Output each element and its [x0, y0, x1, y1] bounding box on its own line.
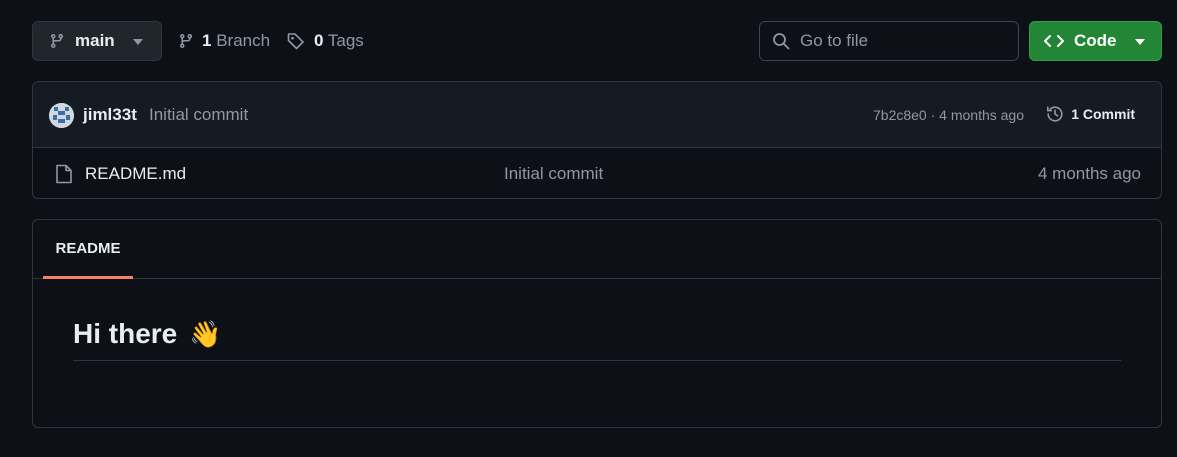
commit-hash-time[interactable]: 7b2c8e0 · 4 months ago [873, 107, 1024, 123]
caret-down-icon [133, 39, 143, 45]
git-branch-icon [51, 33, 63, 49]
branches-link[interactable]: 1 Branch [178, 21, 270, 61]
history-icon [1047, 106, 1063, 122]
file-name[interactable]: README.md [85, 164, 186, 184]
branch-name: main [75, 31, 115, 50]
readme-panel: README Hi there 👋 [32, 219, 1162, 428]
code-button-label: Code [1074, 31, 1117, 50]
tags-link[interactable]: 0 Tags [286, 21, 364, 61]
file-icon [56, 164, 72, 184]
git-branch-icon [180, 33, 192, 49]
table-row[interactable]: README.md Initial commit 4 months ago [33, 148, 1161, 198]
go-to-file-input[interactable] [800, 31, 1000, 51]
latest-commit-row: jiml33t Initial commit 7b2c8e0 · 4 month… [33, 82, 1161, 148]
tags-count: 0 [314, 31, 324, 50]
identicon-image [49, 103, 74, 128]
file-browser: jiml33t Initial commit 7b2c8e0 · 4 month… [32, 81, 1162, 199]
readme-tabbar: README [33, 220, 1161, 279]
readme-heading: Hi there 👋 [73, 318, 1121, 361]
caret-down-icon [1135, 39, 1145, 45]
commit-history-link[interactable]: 1 Commit [1045, 104, 1135, 124]
go-to-file-search[interactable] [759, 21, 1019, 61]
avatar[interactable] [49, 103, 74, 128]
readme-heading-text: Hi there [73, 318, 178, 349]
code-button[interactable]: Code [1029, 21, 1162, 61]
readme-content: Hi there 👋 [73, 318, 1121, 361]
repo-toolbar: main 1 Branch 0 Tags Code [32, 21, 1162, 61]
tags-label: Tags [327, 31, 364, 50]
file-last-commit[interactable]: Initial commit [504, 164, 603, 184]
search-icon [773, 33, 790, 50]
file-last-updated: 4 months ago [1037, 164, 1141, 183]
branches-count: 1 [202, 31, 212, 50]
branches-label: Branch [216, 31, 271, 50]
waving-hand-emoji: 👋 [189, 318, 222, 349]
code-icon [1044, 35, 1064, 47]
branch-selector-button[interactable]: main [32, 21, 162, 61]
commit-count-label: 1 Commit [1071, 106, 1135, 122]
tag-icon [287, 33, 305, 50]
commit-message[interactable]: Initial commit [149, 105, 248, 125]
commit-author[interactable]: jiml33t [83, 105, 137, 125]
tab-readme[interactable]: README [43, 220, 133, 279]
